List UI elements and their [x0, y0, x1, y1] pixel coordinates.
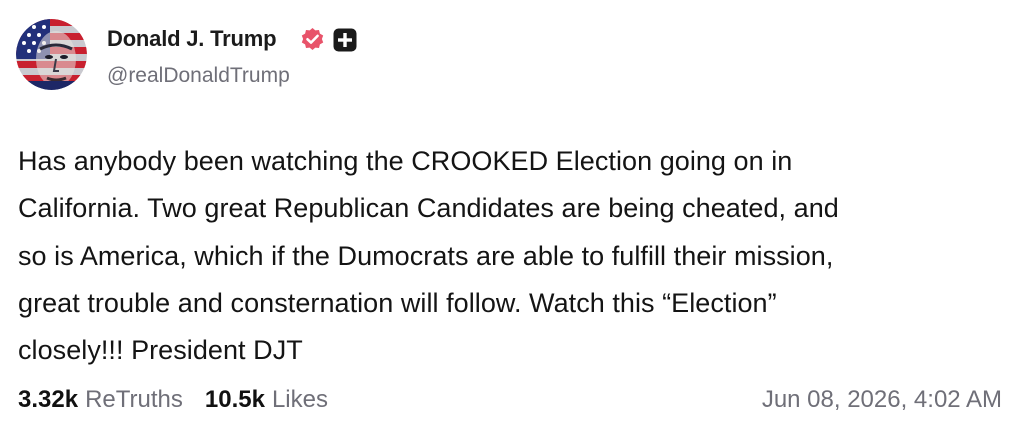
truth-post: Donald J. Trump @realDonaldTrump Has any… [0, 0, 1024, 444]
avatar[interactable] [16, 19, 87, 90]
post-timestamp[interactable]: Jun 08, 2026, 4:02 AM [762, 386, 1002, 414]
author-name[interactable]: Donald J. Trump [107, 26, 277, 52]
retruths-label[interactable]: ReTruths [85, 386, 183, 414]
verified-badge-icon [301, 28, 324, 50]
post-stats: 3.32k ReTruths 10.5k Likes [18, 386, 328, 414]
truth-social-icon [333, 28, 357, 52]
likes-label[interactable]: Likes [272, 386, 328, 414]
likes-count[interactable]: 10.5k [205, 386, 265, 414]
retruths-count[interactable]: 3.32k [18, 386, 78, 414]
author-handle[interactable]: @realDonaldTrump [107, 64, 290, 88]
portrait-avatar-icon [16, 19, 87, 90]
post-text: Has anybody been watching the CROOKED El… [18, 146, 839, 366]
